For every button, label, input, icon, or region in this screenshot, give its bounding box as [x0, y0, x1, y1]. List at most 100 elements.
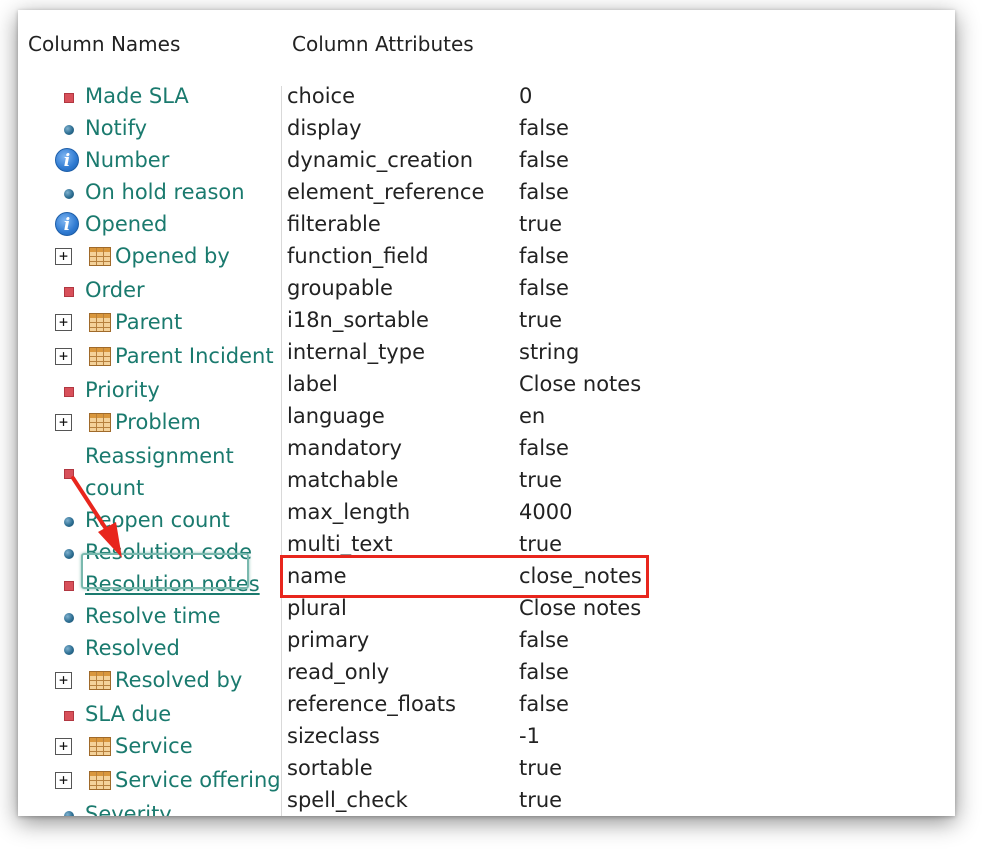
attribute-key: filterable	[287, 212, 381, 236]
red-square-icon	[64, 711, 74, 721]
attribute-key: groupable	[287, 276, 393, 300]
info-icon: i	[55, 212, 79, 236]
column-label[interactable]: Parent Incident	[115, 340, 274, 372]
table-icon	[89, 671, 111, 690]
expand-plus-icon[interactable]: +	[55, 672, 72, 689]
attribute-row-primary: primary false	[287, 624, 947, 656]
attribute-row-function-field: function_field false	[287, 240, 947, 272]
blue-dot-icon	[64, 549, 74, 559]
column-label[interactable]: Resolved	[85, 632, 180, 664]
attribute-key: function_field	[287, 244, 429, 268]
column-item-reassignment-count[interactable]: Reassignment count	[18, 440, 281, 504]
column-label[interactable]: SLA due	[85, 698, 171, 730]
attribute-key: language	[287, 404, 385, 428]
column-item-notify[interactable]: Notify	[18, 112, 281, 144]
red-square-icon	[64, 581, 74, 591]
attribute-value: 0	[519, 84, 533, 108]
attribute-value: false	[519, 244, 569, 268]
column-item-problem[interactable]: + Problem	[18, 406, 281, 438]
column-label[interactable]: Resolve time	[85, 600, 221, 632]
attribute-row-internal-type: internal_type string	[287, 336, 947, 368]
attribute-value: true	[519, 308, 563, 332]
column-item-order[interactable]: Order	[18, 274, 281, 306]
blue-dot-icon	[64, 517, 74, 527]
expand-plus-icon[interactable]: +	[55, 248, 72, 265]
column-item-opened-by[interactable]: + Opened by	[18, 240, 281, 272]
attribute-value: false	[519, 180, 569, 204]
column-item-service[interactable]: + Service	[18, 730, 281, 762]
column-item-resolve-time[interactable]: Resolve time	[18, 600, 281, 632]
attribute-value: false	[519, 660, 569, 684]
column-label[interactable]: Problem	[115, 406, 201, 438]
column-names-list: Made SLA Notify i Number On hold reason i Open…	[18, 10, 281, 816]
attribute-value: true	[519, 468, 563, 492]
column-item-sla-due[interactable]: SLA due	[18, 698, 281, 730]
column-item-severity[interactable]: Severity	[18, 798, 281, 816]
attribute-row-filterable: filterable true	[287, 208, 947, 240]
expand-plus-icon[interactable]: +	[55, 348, 72, 365]
attribute-value: -1	[519, 724, 540, 748]
column-label[interactable]: Parent	[115, 306, 182, 338]
red-square-icon	[64, 387, 74, 397]
attribute-value: true	[519, 756, 563, 780]
column-label[interactable]: Opened by	[115, 240, 230, 272]
column-attributes-table: choice 0 display false dynamic_creation false…	[282, 10, 955, 816]
attribute-key: sortable	[287, 756, 373, 780]
blue-dot-icon	[64, 189, 74, 199]
column-item-parent[interactable]: + Parent	[18, 306, 281, 338]
expand-plus-icon[interactable]: +	[55, 414, 72, 431]
column-item-service-offering[interactable]: + Service offering	[18, 764, 281, 796]
table-icon	[89, 313, 111, 332]
attribute-row-spell-check: spell_check true	[287, 784, 947, 816]
selected-column-outline	[81, 553, 249, 589]
attribute-key: element_reference	[287, 180, 485, 204]
column-label[interactable]: Opened	[85, 208, 167, 240]
column-label[interactable]: Service	[115, 730, 193, 762]
attribute-value: en	[519, 404, 546, 428]
expand-plus-icon[interactable]: +	[55, 738, 72, 755]
attribute-row-read-only: read_only false	[287, 656, 947, 688]
attribute-key: matchable	[287, 468, 399, 492]
blue-dot-icon	[64, 811, 74, 816]
column-label[interactable]: On hold reason	[85, 176, 245, 208]
attribute-key: sizeclass	[287, 724, 380, 748]
attribute-row-element-reference: element_reference false	[287, 176, 947, 208]
column-label[interactable]: Severity	[85, 798, 172, 816]
attribute-key: internal_type	[287, 340, 425, 364]
attribute-key: spell_check	[287, 788, 408, 812]
column-label[interactable]: Service offering	[115, 764, 281, 796]
column-label[interactable]: Priority	[85, 374, 160, 406]
column-item-parent-incident[interactable]: + Parent Incident	[18, 340, 281, 372]
attribute-value: string	[519, 340, 580, 364]
attribute-key: dynamic_creation	[287, 148, 474, 172]
attribute-row-i18n-sortable: i18n_sortable true	[287, 304, 947, 336]
attribute-value: false	[519, 276, 569, 300]
column-label[interactable]: Notify	[85, 112, 147, 144]
column-item-made-sla[interactable]: Made SLA	[18, 80, 281, 112]
column-item-number[interactable]: i Number	[18, 144, 281, 176]
attribute-row-sortable: sortable true	[287, 752, 947, 784]
attribute-key: read_only	[287, 660, 390, 684]
attribute-key: max_length	[287, 500, 411, 524]
column-label[interactable]: Resolved by	[115, 664, 242, 696]
column-item-resolved[interactable]: Resolved	[18, 632, 281, 664]
column-label[interactable]: Made SLA	[85, 80, 189, 112]
expand-plus-icon[interactable]: +	[55, 314, 72, 331]
column-item-opened[interactable]: i Opened	[18, 208, 281, 240]
red-square-icon	[64, 469, 74, 479]
column-label[interactable]: Number	[85, 144, 169, 176]
column-item-resolved-by[interactable]: + Resolved by	[18, 664, 281, 696]
attribute-row-max-length: max_length 4000	[287, 496, 947, 528]
column-label[interactable]: Order	[85, 274, 145, 306]
expand-plus-icon[interactable]: +	[55, 772, 72, 789]
attribute-value: false	[519, 436, 569, 460]
column-item-on-hold-reason[interactable]: On hold reason	[18, 176, 281, 208]
info-icon: i	[55, 148, 79, 172]
table-icon	[89, 247, 111, 266]
column-label[interactable]: Reopen count	[85, 504, 230, 536]
column-item-priority[interactable]: Priority	[18, 374, 281, 406]
column-item-reopen-count[interactable]: Reopen count	[18, 504, 281, 536]
column-label[interactable]: Reassignment count	[85, 440, 245, 504]
attribute-value: Close notes	[519, 372, 642, 396]
highlight-box	[280, 555, 649, 598]
